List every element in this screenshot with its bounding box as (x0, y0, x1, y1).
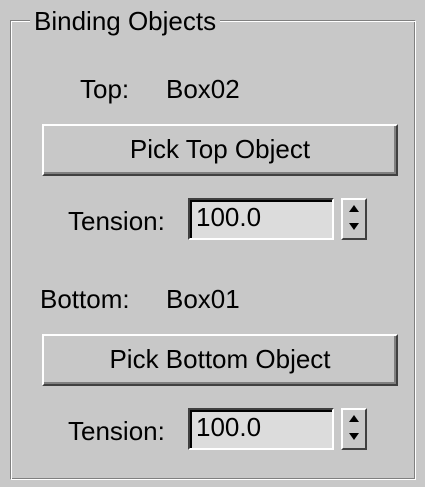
bottom-object-name: Box01 (166, 284, 240, 314)
arrow-down-icon (349, 433, 359, 440)
bottom-tension-field[interactable]: 100.0 (188, 408, 334, 450)
top-tension-field[interactable]: 100.0 (188, 198, 334, 240)
top-tension-spinner[interactable] (341, 198, 367, 240)
arrow-up-icon (349, 205, 359, 212)
top-tension-label: Tension: (68, 206, 165, 236)
spinner-down-button[interactable] (343, 429, 365, 448)
spinner-up-button[interactable] (343, 200, 365, 219)
arrow-down-icon (349, 223, 359, 230)
arrow-up-icon (349, 415, 359, 422)
group-title: Binding Objects (30, 6, 221, 36)
top-object-name: Box02 (166, 74, 240, 104)
bottom-label: Bottom: (40, 284, 130, 314)
top-label: Top: (80, 74, 130, 104)
pick-top-object-button[interactable]: Pick Top Object (42, 124, 398, 176)
spinner-down-button[interactable] (343, 219, 365, 238)
bottom-tension-label: Tension: (68, 416, 165, 446)
pick-bottom-object-button[interactable]: Pick Bottom Object (42, 334, 398, 386)
spinner-up-button[interactable] (343, 410, 365, 429)
bottom-tension-spinner[interactable] (341, 408, 367, 450)
